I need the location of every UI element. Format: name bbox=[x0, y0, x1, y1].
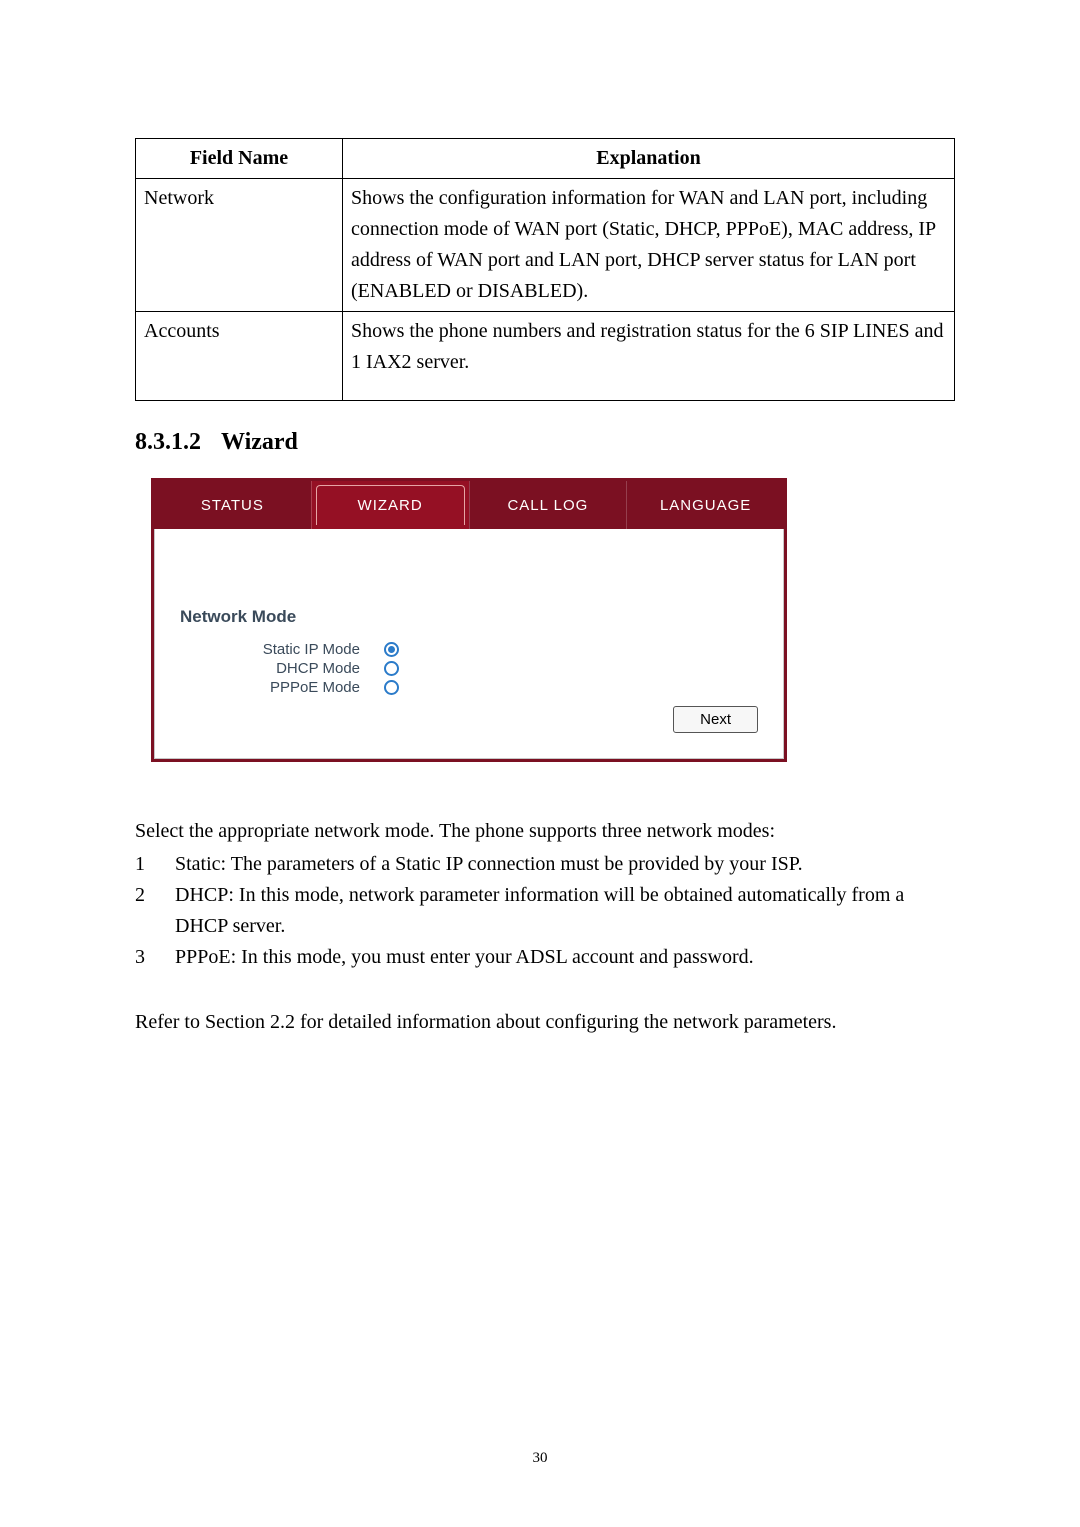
radio-label-dhcp: DHCP Mode bbox=[180, 660, 384, 677]
table-cell-explanation: Shows the phone numbers and registration… bbox=[343, 312, 955, 401]
intro-paragraph: Select the appropriate network mode. The… bbox=[135, 816, 955, 847]
tab-wizard[interactable]: WIZARD bbox=[311, 481, 469, 529]
wizard-screenshot: STATUS WIZARD CALL LOG LANGUAGE Network … bbox=[151, 478, 787, 762]
radio-label-static: Static IP Mode bbox=[180, 641, 384, 658]
network-modes-list: 1 Static: The parameters of a Static IP … bbox=[135, 849, 955, 973]
wizard-tabs: STATUS WIZARD CALL LOG LANGUAGE bbox=[154, 481, 784, 529]
list-number: 3 bbox=[135, 942, 175, 973]
section-title: Wizard bbox=[221, 429, 298, 455]
list-item: 3 PPPoE: In this mode, you must enter yo… bbox=[135, 942, 955, 973]
page-number: 30 bbox=[0, 1450, 1080, 1467]
radio-static[interactable] bbox=[384, 642, 399, 657]
list-text: PPPoE: In this mode, you must enter your… bbox=[175, 942, 955, 973]
list-text: Static: The parameters of a Static IP co… bbox=[175, 849, 955, 880]
next-button[interactable]: Next bbox=[673, 706, 758, 733]
table-row: Network Shows the configuration informat… bbox=[136, 179, 955, 312]
radio-row-dhcp[interactable]: DHCP Mode bbox=[180, 660, 758, 677]
table-row: Accounts Shows the phone numbers and reg… bbox=[136, 312, 955, 401]
table-cell-field: Network bbox=[136, 179, 343, 312]
list-item: 2 DHCP: In this mode, network parameter … bbox=[135, 880, 955, 942]
radio-label-pppoe: PPPoE Mode bbox=[180, 679, 384, 696]
table-cell-explanation: Shows the configuration information for … bbox=[343, 179, 955, 312]
radio-row-pppoe[interactable]: PPPoE Mode bbox=[180, 679, 758, 696]
section-number: 8.3.1.2 bbox=[135, 429, 201, 456]
list-item: 1 Static: The parameters of a Static IP … bbox=[135, 849, 955, 880]
section-heading: 8.3.1.2 Wizard bbox=[135, 429, 955, 456]
tab-status[interactable]: STATUS bbox=[154, 481, 311, 529]
radio-dhcp[interactable] bbox=[384, 661, 399, 676]
radio-row-static[interactable]: Static IP Mode bbox=[180, 641, 758, 658]
field-definitions-table: Field Name Explanation Network Shows the… bbox=[135, 138, 955, 401]
table-cell-field: Accounts bbox=[136, 312, 343, 401]
list-number: 2 bbox=[135, 880, 175, 942]
radio-pppoe[interactable] bbox=[384, 680, 399, 695]
tab-call-log[interactable]: CALL LOG bbox=[469, 481, 627, 529]
outro-paragraph: Refer to Section 2.2 for detailed inform… bbox=[135, 1007, 955, 1038]
tab-language[interactable]: LANGUAGE bbox=[626, 481, 784, 529]
network-mode-title: Network Mode bbox=[180, 607, 758, 627]
list-number: 1 bbox=[135, 849, 175, 880]
table-header-explanation: Explanation bbox=[343, 139, 955, 179]
table-header-field: Field Name bbox=[136, 139, 343, 179]
list-text: DHCP: In this mode, network parameter in… bbox=[175, 880, 955, 942]
